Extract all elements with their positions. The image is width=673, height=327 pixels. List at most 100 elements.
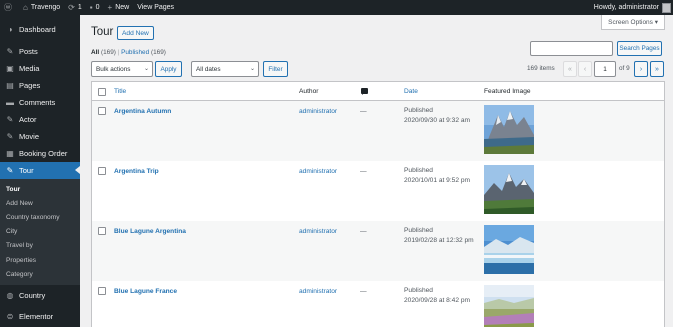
pages-icon: ▤ <box>6 81 14 90</box>
cart-icon: ▦ <box>6 149 14 158</box>
featured-image[interactable] <box>484 285 534 327</box>
column-title-header[interactable]: Title <box>114 88 126 95</box>
main-content: Screen Options ▾ Tour Add New All (169) … <box>80 15 673 327</box>
row-date: Published 2020/09/30 at 9:32 am <box>404 107 470 124</box>
row-title-link[interactable]: Argentina Trip <box>114 168 159 175</box>
column-featured-image-header: Featured Image <box>484 88 531 95</box>
row-date: Published 2020/09/28 at 8:42 pm <box>404 287 470 304</box>
total-pages: of 9 <box>619 65 630 72</box>
row-comments: — <box>360 228 367 235</box>
row-author-link[interactable]: administrator <box>299 288 337 295</box>
tour-submenu: Tour Add New Country taxonomy City Trave… <box>0 179 80 286</box>
row-checkbox[interactable] <box>98 167 106 175</box>
current-page-input[interactable]: 1 <box>594 61 616 77</box>
plus-icon: + <box>107 2 113 12</box>
next-page-button[interactable]: › <box>634 61 648 77</box>
chevron-down-icon: ⌄ <box>143 66 149 72</box>
row-date: Published 2019/02/28 at 12:32 pm <box>404 227 474 244</box>
select-all-checkbox[interactable] <box>98 88 106 96</box>
pin-icon: ✎ <box>6 115 14 124</box>
sidebar-item-media[interactable]: ▣ Media <box>0 60 80 77</box>
row-comments: — <box>360 108 367 115</box>
row-author-link[interactable]: administrator <box>299 228 337 235</box>
row-comments: — <box>360 168 367 175</box>
filter-all-link[interactable]: All (169) <box>91 49 116 56</box>
row-checkbox[interactable] <box>98 287 106 295</box>
sidebar-item-dashboard[interactable]: ◑ Dashboard <box>0 21 80 38</box>
sidebar-item-country[interactable]: ◍ Country <box>0 287 80 304</box>
search-pages-button[interactable]: Search Pages <box>617 41 662 56</box>
comments-column-icon[interactable] <box>361 88 368 95</box>
row-checkbox[interactable] <box>98 227 106 235</box>
bulk-actions-select[interactable]: Bulk actions ⌄ <box>91 61 153 77</box>
chevron-down-icon: ⌄ <box>249 66 255 72</box>
table-header: Title Author Date Featured Image <box>92 82 664 101</box>
row-author-link[interactable]: administrator <box>299 168 337 175</box>
submenu-item-tour[interactable]: Tour <box>0 182 80 196</box>
wordpress-logo-icon[interactable]: ⓦ <box>0 0 19 15</box>
first-page-button[interactable]: « <box>563 61 577 77</box>
submenu-item-add-new[interactable]: Add New <box>0 196 80 210</box>
row-author-link[interactable]: administrator <box>299 108 337 115</box>
filter-button[interactable]: Filter <box>263 61 288 77</box>
submenu-item-category[interactable]: Category <box>0 267 80 281</box>
row-checkbox[interactable] <box>98 107 106 115</box>
sidebar-item-comments[interactable]: ▬ Comments <box>0 94 80 111</box>
home-icon: ⌂ <box>23 2 28 12</box>
table-row: Argentina Trip administrator — Published… <box>92 161 664 221</box>
row-title-link[interactable]: Blue Lagune Argentina <box>114 228 186 235</box>
items-count: 169 items <box>527 65 555 72</box>
apply-button[interactable]: Apply <box>155 61 182 77</box>
page-title: Tour <box>91 26 114 38</box>
submenu-item-travel-by[interactable]: Travel by <box>0 239 80 253</box>
column-date-header[interactable]: Date <box>404 88 418 95</box>
screen-options-button[interactable]: Screen Options ▾ <box>601 15 665 30</box>
media-icon: ▣ <box>6 64 14 73</box>
table-row: Blue Lagune France administrator — Publi… <box>92 281 664 327</box>
sidebar-item-actor[interactable]: ✎ Actor <box>0 111 80 128</box>
row-title-link[interactable]: Blue Lagune France <box>114 288 177 295</box>
admin-bar: ⓦ ⌂ Travengo ⟳ 1 ▪ 0 + New View Pages Howdy,… <box>0 0 673 15</box>
row-title-link[interactable]: Argentina Autumn <box>114 108 171 115</box>
tablenav-top: Bulk actions ⌄ Apply All dates ⌄ Filter 16… <box>91 61 665 77</box>
sidebar-item-elementor[interactable]: ⊜ Elementor <box>0 308 80 325</box>
sidebar-item-pages[interactable]: ▤ Pages <box>0 77 80 94</box>
account-menu[interactable]: Howdy, administrator <box>594 2 673 13</box>
row-date: Published 2020/10/01 at 9:52 pm <box>404 167 470 184</box>
table-row: Blue Lagune Argentina administrator — Pu… <box>92 221 664 281</box>
status-filter-links: All (169) | Published (169) <box>91 49 166 56</box>
admin-sidebar: ◑ Dashboard ✎ Posts ▣ Media ▤ Pages ▬ Comment… <box>0 15 80 327</box>
comment-bubble-icon: ▪ <box>89 2 93 12</box>
sidebar-item-tour[interactable]: ✎ Tour <box>0 162 80 179</box>
add-new-button[interactable]: Add New <box>117 26 154 40</box>
submenu-item-city[interactable]: City <box>0 225 80 239</box>
elementor-icon: ⊜ <box>6 312 14 322</box>
tours-table: Title Author Date Featured Image Argenti… <box>91 81 665 327</box>
comments-link[interactable]: ▪ 0 <box>86 0 104 15</box>
pin-icon: ✎ <box>6 166 14 175</box>
sidebar-item-movie[interactable]: ✎ Movie <box>0 128 80 145</box>
site-name-link[interactable]: ⌂ Travengo <box>19 0 64 15</box>
dashboard-icon: ◑ <box>7 25 13 34</box>
last-page-button[interactable]: » <box>650 61 664 77</box>
dates-filter-select[interactable]: All dates ⌄ <box>191 61 259 77</box>
column-author-header: Author <box>299 88 319 95</box>
refresh-icon: ⟳ <box>68 2 75 12</box>
prev-page-button[interactable]: ‹ <box>578 61 592 77</box>
search-input[interactable] <box>530 41 613 56</box>
comments-icon: ▬ <box>6 98 14 107</box>
sidebar-item-posts[interactable]: ✎ Posts <box>0 43 80 60</box>
featured-image[interactable] <box>484 165 534 214</box>
sidebar-item-booking-order[interactable]: ▦ Booking Order <box>0 145 80 162</box>
featured-image[interactable] <box>484 225 534 274</box>
featured-image[interactable] <box>484 105 534 154</box>
updates-link[interactable]: ⟳ 1 <box>64 0 86 15</box>
table-row: Argentina Autumn administrator — Publish… <box>92 101 664 161</box>
view-pages-link[interactable]: View Pages <box>133 0 178 15</box>
pin-icon: ✎ <box>6 47 14 56</box>
submenu-item-country-taxonomy[interactable]: Country taxonomy <box>0 210 80 224</box>
submenu-item-properties[interactable]: Properties <box>0 253 80 267</box>
filter-published-link[interactable]: Published (169) <box>121 49 166 56</box>
new-content-link[interactable]: + New <box>104 0 134 15</box>
pin-icon: ✎ <box>6 132 14 141</box>
